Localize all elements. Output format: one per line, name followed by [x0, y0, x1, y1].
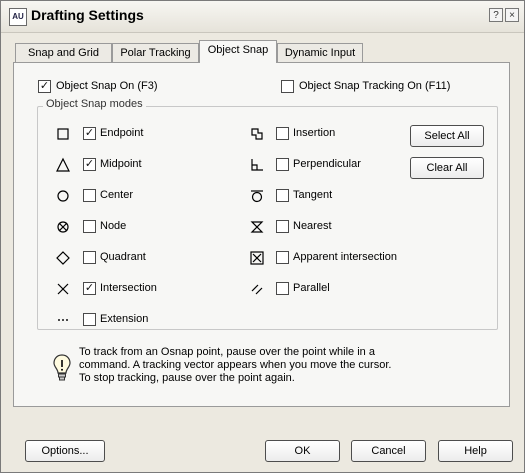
- node-checkbox[interactable]: [83, 220, 96, 233]
- endpoint-icon: [57, 128, 69, 140]
- perpendicular-label: Perpendicular: [293, 158, 361, 170]
- tangent-label: Tangent: [293, 189, 333, 201]
- ok-button[interactable]: OK: [265, 440, 340, 462]
- quadrant-label: Quadrant: [100, 251, 146, 263]
- center-label: Center: [100, 189, 134, 201]
- tab-dynamic-input[interactable]: Dynamic Input: [277, 43, 363, 62]
- object-snap-tracking-label: Object Snap Tracking On (F11): [299, 80, 451, 92]
- object-snap-modes-title: Object Snap modes: [43, 98, 146, 110]
- select-all-button[interactable]: Select All: [410, 125, 484, 147]
- apparent-intersection-icon: [250, 251, 264, 265]
- extension-label: Extension: [100, 313, 149, 325]
- endpoint-label: Endpoint: [100, 127, 144, 139]
- quadrant-checkbox[interactable]: [83, 251, 96, 264]
- extension-checkbox[interactable]: [83, 313, 96, 326]
- apparent-intersection-checkbox[interactable]: [276, 251, 289, 264]
- quadrant-icon: [56, 251, 70, 265]
- tab-object-snap[interactable]: Object Snap: [199, 40, 277, 63]
- parallel-icon: [251, 284, 263, 295]
- cancel-button[interactable]: Cancel: [351, 440, 426, 462]
- insertion-label: Insertion: [293, 127, 336, 139]
- app-icon: AU: [9, 8, 27, 26]
- perpendicular-icon: [251, 159, 263, 171]
- node-icon: [57, 221, 69, 233]
- clear-all-button[interactable]: Clear All: [410, 157, 484, 179]
- midpoint-checkbox[interactable]: ✓: [83, 158, 96, 171]
- center-icon: [57, 190, 69, 202]
- center-checkbox[interactable]: [83, 189, 96, 202]
- intersection-icon: [57, 283, 69, 295]
- tangent-checkbox[interactable]: [276, 189, 289, 202]
- intersection-label: Intersection: [100, 282, 157, 294]
- endpoint-checkbox[interactable]: ✓: [83, 127, 96, 140]
- object-snap-on-label: Object Snap On (F3): [56, 80, 158, 92]
- hint-line-2: command. A tracking vector appears when …: [79, 359, 392, 371]
- help-button[interactable]: Help: [438, 440, 513, 462]
- window-title: Drafting Settings: [31, 7, 144, 23]
- title-bar: AU Drafting Settings ? ×: [1, 1, 524, 33]
- object-snap-tracking-checkbox[interactable]: [281, 80, 294, 93]
- lightbulb-icon: [53, 354, 71, 381]
- apparent-intersection-label: Apparent intersection: [293, 251, 397, 263]
- hint-line-1: To track from an Osnap point, pause over…: [79, 346, 375, 358]
- midpoint-icon: [56, 157, 70, 172]
- object-snap-on-checkbox[interactable]: ✓: [38, 80, 51, 93]
- perpendicular-checkbox[interactable]: [276, 158, 289, 171]
- insertion-icon: [251, 128, 263, 140]
- tangent-icon: [251, 190, 263, 203]
- parallel-label: Parallel: [293, 282, 330, 294]
- tracking-hint: To track from an Osnap point, pause over…: [79, 346, 459, 385]
- hint-line-3: To stop tracking, pause over the point a…: [79, 372, 295, 384]
- parallel-checkbox[interactable]: [276, 282, 289, 295]
- nearest-label: Nearest: [293, 220, 332, 232]
- tab-polar-tracking[interactable]: Polar Tracking: [112, 43, 199, 62]
- options-button[interactable]: Options...: [25, 440, 105, 462]
- nearest-icon: [250, 221, 264, 233]
- nearest-checkbox[interactable]: [276, 220, 289, 233]
- insertion-checkbox[interactable]: [276, 127, 289, 140]
- extension-icon: [58, 319, 68, 321]
- node-label: Node: [100, 220, 127, 232]
- midpoint-label: Midpoint: [100, 158, 142, 170]
- drafting-settings-dialog: AU Drafting Settings ? × Snap and Grid P…: [0, 0, 525, 473]
- tab-snap-and-grid[interactable]: Snap and Grid: [15, 43, 112, 62]
- intersection-checkbox[interactable]: ✓: [83, 282, 96, 295]
- help-icon[interactable]: ?: [489, 8, 503, 22]
- close-icon[interactable]: ×: [505, 8, 519, 22]
